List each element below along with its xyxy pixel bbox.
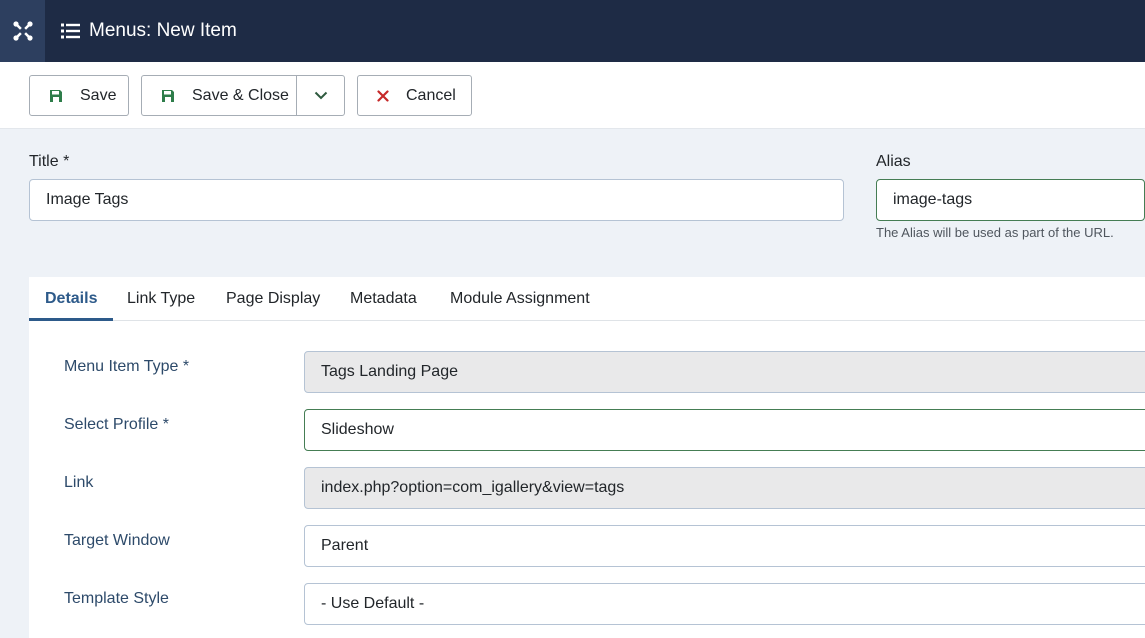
- top-header: Menus: New Item: [0, 0, 1145, 62]
- tab-link-type[interactable]: Link Type: [127, 277, 195, 321]
- tab-module-assignment[interactable]: Module Assignment: [450, 277, 590, 321]
- cancel-button[interactable]: Cancel: [357, 75, 472, 116]
- link-label: Link: [64, 474, 94, 491]
- edit-panel: Details Link Type Page Display Metadata …: [29, 277, 1145, 638]
- joomla-logo-icon: [12, 21, 33, 41]
- select-profile-select[interactable]: Slideshow: [304, 409, 1145, 451]
- alias-hint: The Alias will be used as part of the UR…: [876, 225, 1114, 240]
- menu-item-type-field: Tags Landing Page: [304, 351, 1145, 393]
- save-icon: [161, 89, 175, 103]
- chevron-down-icon: [314, 91, 328, 100]
- toolbar: Save Save & Close Cancel: [0, 62, 1145, 129]
- save-icon: [49, 89, 63, 103]
- close-icon: [377, 89, 389, 102]
- target-window-label: Target Window: [64, 532, 170, 549]
- link-field: index.php?option=com_igallery&view=tags: [304, 467, 1145, 509]
- alias-input[interactable]: [876, 179, 1145, 221]
- joomla-logo[interactable]: [0, 0, 45, 62]
- title-input[interactable]: [29, 179, 844, 221]
- page-heading: Menus: New Item: [61, 20, 237, 42]
- save-options-dropdown-toggle[interactable]: [297, 76, 345, 115]
- save-button[interactable]: Save: [29, 75, 129, 116]
- menu-item-type-label: Menu Item Type *: [64, 358, 190, 375]
- tab-details[interactable]: Details: [29, 277, 114, 321]
- tab-metadata[interactable]: Metadata: [350, 277, 417, 321]
- tab-bar: Details Link Type Page Display Metadata …: [29, 277, 1145, 321]
- list-icon: [61, 23, 80, 39]
- save-close-label: Save & Close: [192, 86, 289, 104]
- template-style-select[interactable]: - Use Default -: [304, 583, 1145, 625]
- page-title: Menus: New Item: [89, 20, 237, 41]
- alias-label: Alias: [876, 153, 911, 170]
- save-label: Save: [80, 86, 117, 104]
- save-close-button[interactable]: Save & Close: [141, 75, 345, 116]
- target-window-select[interactable]: Parent: [304, 525, 1145, 567]
- select-profile-label: Select Profile *: [64, 416, 169, 433]
- title-label: Title *: [29, 153, 70, 170]
- tab-page-display[interactable]: Page Display: [226, 277, 320, 321]
- template-style-label: Template Style: [64, 590, 169, 607]
- cancel-label: Cancel: [406, 86, 456, 104]
